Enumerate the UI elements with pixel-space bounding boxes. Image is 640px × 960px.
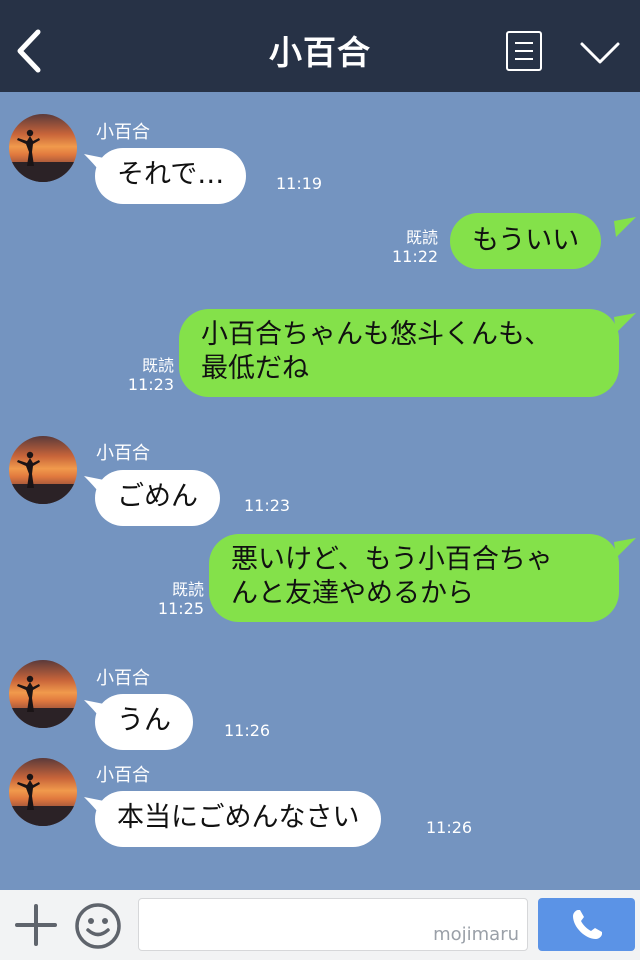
message-line: 悪いけど、もう小百合ちゃ	[231, 544, 553, 575]
message-bubble[interactable]: うん	[95, 694, 193, 750]
menu-button[interactable]	[506, 31, 542, 71]
message-time: 11:23	[127, 375, 174, 394]
message-time: 11:26	[426, 818, 473, 837]
bubble-tail	[614, 313, 636, 333]
collapse-button[interactable]	[578, 38, 622, 68]
message-bubble[interactable]: ごめん	[95, 470, 220, 526]
avatar[interactable]	[9, 660, 77, 728]
chevron-down-icon	[580, 42, 620, 64]
message-bubble[interactable]: 小百合ちゃんも悠斗くんも、 最低だね	[179, 309, 619, 397]
message-bubble[interactable]: それで…	[95, 148, 247, 204]
sender-name: 小百合	[96, 765, 150, 786]
avatar-silhouette-icon	[9, 129, 77, 182]
message-bubble[interactable]: 本当にごめんなさい	[95, 791, 382, 847]
bubble-tail	[614, 217, 636, 237]
watermark: mojimaru	[433, 924, 519, 945]
message-time: 11:23	[244, 496, 291, 515]
message-time: 11:26	[224, 721, 271, 740]
avatar-silhouette-icon	[9, 675, 77, 728]
message-bubble[interactable]: もういい	[450, 213, 602, 269]
read-receipt: 既読	[405, 228, 438, 247]
bubble-tail	[614, 538, 636, 558]
phone-icon	[573, 910, 602, 939]
chat-header: 小百合	[0, 0, 640, 92]
avatar[interactable]	[9, 114, 77, 182]
message-line: んと友達やめるから	[231, 578, 474, 609]
message-meta: 既読 11:22	[392, 228, 438, 266]
read-receipt: 既読	[171, 580, 204, 599]
emoji-icon[interactable]	[73, 901, 123, 951]
message-meta: 既読 11:23	[120, 356, 174, 394]
message-time: 11:22	[392, 247, 439, 266]
avatar[interactable]	[9, 436, 77, 504]
input-bar: mojimaru	[0, 890, 640, 960]
message-input[interactable]: mojimaru	[138, 898, 528, 951]
message-time: 11:25	[157, 599, 204, 618]
message-time: 11:19	[276, 174, 323, 193]
sender-name: 小百合	[96, 668, 150, 689]
call-button[interactable]	[538, 898, 635, 951]
avatar[interactable]	[9, 758, 77, 826]
chat-title: 小百合	[269, 33, 371, 72]
sender-name: 小百合	[96, 443, 150, 464]
message-line: 最低だね	[201, 353, 309, 384]
message-meta: 既読 11:25	[150, 580, 204, 618]
avatar-silhouette-icon	[9, 451, 77, 504]
plus-icon[interactable]	[14, 903, 58, 947]
sender-name: 小百合	[96, 122, 150, 143]
message-line: 小百合ちゃんも悠斗くんも、	[201, 319, 552, 350]
avatar-silhouette-icon	[9, 773, 77, 826]
read-receipt: 既読	[141, 356, 174, 375]
chat-area[interactable]: 小百合 それで… 11:19 既読 11:22 もういい 既読 11:23 小百…	[0, 92, 640, 890]
message-bubble[interactable]: 悪いけど、もう小百合ちゃ んと友達やめるから	[209, 534, 619, 622]
